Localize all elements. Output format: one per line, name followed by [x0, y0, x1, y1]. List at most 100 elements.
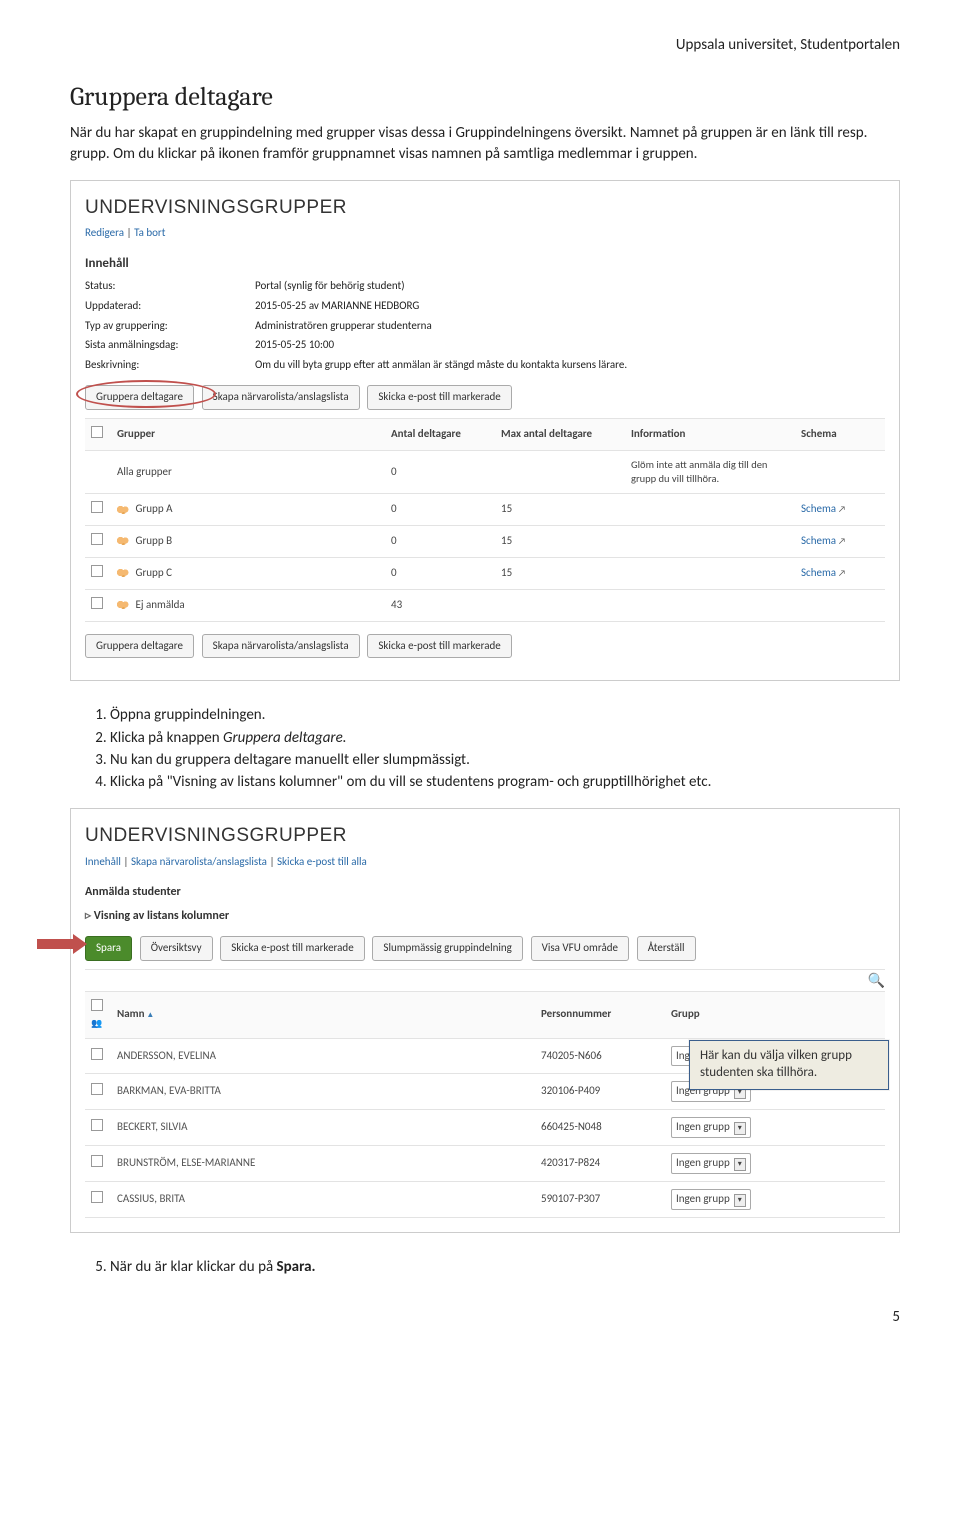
link-redigera[interactable]: Redigera	[85, 226, 124, 239]
info-cell: Glöm inte att anmäla dig till den grupp …	[625, 450, 795, 493]
meta-row: Status:Portal (synlig för behörig studen…	[85, 279, 885, 294]
row-checkbox[interactable]	[91, 501, 103, 513]
col-info: Information	[625, 418, 795, 450]
meta-label: Status:	[85, 279, 255, 294]
screenshot-1: UNDERVISNINGSGRUPPER Redigera | Ta bort …	[70, 180, 900, 682]
chevron-down-icon: ▾	[734, 1194, 746, 1207]
group-name[interactable]: Grupp C	[136, 566, 172, 579]
group-dropdown[interactable]: Ingen grupp▾	[671, 1153, 751, 1174]
group-name[interactable]: Grupp A	[136, 502, 173, 515]
btn-aterstall[interactable]: Återställ	[637, 936, 696, 961]
ss1-innehall-heading: Innehåll	[85, 255, 885, 273]
step-5: När du är klar klickar du på Spara.	[110, 1257, 900, 1277]
btn-skicka-epost-2[interactable]: Skicka e-post till markerade	[367, 634, 511, 659]
btn-spara[interactable]: Spara	[85, 936, 132, 961]
meta-value: Administratören grupperar studenterna	[255, 319, 885, 334]
btn-gruppera-deltagare-2[interactable]: Gruppera deltagare	[85, 634, 194, 659]
table-row: Grupp C015Schema	[85, 557, 885, 589]
ss2-anmalda-heading: Anmälda studenter	[85, 884, 885, 900]
group-icon[interactable]	[117, 536, 131, 546]
max-cell	[495, 450, 625, 493]
meta-value: 2015-05-25 10:00	[255, 338, 885, 353]
meta-label: Sista anmälningsdag:	[85, 338, 255, 353]
meta-row: Sista anmälningsdag:2015-05-25 10:00	[85, 338, 885, 353]
table-row: Alla grupper 0 Glöm inte att anmäla dig ti…	[85, 450, 885, 493]
link-innehall[interactable]: Innehåll	[85, 855, 121, 868]
ss2-title: UNDERVISNINGSGRUPPER	[85, 823, 885, 849]
row-checkbox[interactable]	[91, 533, 103, 545]
meta-value: Portal (synlig för behörig student)	[255, 279, 885, 294]
meta-row: Typ av gruppering:Administratören gruppe…	[85, 319, 885, 334]
meta-label: Beskrivning:	[85, 358, 255, 373]
max-cell: 15	[495, 494, 625, 526]
steps-list: Öppna gruppindelningen. Klicka på knappe…	[110, 705, 900, 792]
group-name[interactable]: Ej anmälda	[136, 598, 185, 611]
meta-label: Typ av gruppering:	[85, 319, 255, 334]
link-skicka-epost-alla[interactable]: Skicka e-post till alla	[277, 855, 367, 868]
people-icon: 👥	[91, 1018, 102, 1029]
info-cell	[625, 525, 795, 557]
ss1-title: UNDERVISNINGSGRUPPER	[85, 195, 885, 221]
btn-gruppera-deltagare[interactable]: Gruppera deltagare	[85, 385, 194, 410]
header-right: Uppsala universitet, Studentportalen	[70, 35, 900, 55]
group-dropdown[interactable]: Ingen grupp▾	[671, 1117, 751, 1138]
table-row: BECKERT, SILVIA660425-N048Ingen grupp▾	[85, 1110, 885, 1146]
chevron-down-icon: ▾	[734, 1122, 746, 1135]
meta-value: Om du vill byta grupp efter att anmälan …	[255, 358, 885, 373]
schema-link[interactable]: Schema	[801, 502, 846, 515]
student-name: ANDERSSON, EVELINA	[111, 1038, 535, 1074]
checkbox-all-2[interactable]	[91, 999, 103, 1011]
student-pnr: 590107-P307	[535, 1182, 665, 1218]
group-icon[interactable]	[117, 505, 131, 515]
col-grupp[interactable]: Grupp	[665, 991, 885, 1038]
btn-oversiktsvy[interactable]: Översiktsvy	[140, 936, 213, 961]
step-2: Klicka på knappen Gruppera deltagare.	[110, 728, 900, 748]
student-pnr: 320106-P409	[535, 1074, 665, 1110]
btn-skapa-narvarolista-2[interactable]: Skapa närvarolista/anslagslista	[202, 634, 360, 659]
intro-paragraph: När du har skapat en gruppindelning med …	[70, 123, 880, 164]
btn-skicka-epost[interactable]: Skicka e-post till markerade	[367, 385, 511, 410]
col-namn[interactable]: Namn	[111, 991, 535, 1038]
arrow-indicator	[37, 936, 87, 952]
schema-link[interactable]: Schema	[801, 534, 846, 547]
info-cell	[625, 589, 795, 621]
btn-visa-vfu[interactable]: Visa VFU område	[531, 936, 629, 961]
group-dropdown[interactable]: Ingen grupp▾	[671, 1189, 751, 1210]
table-row: Grupp A 015 Schema	[85, 494, 885, 526]
count-cell: 0	[385, 494, 495, 526]
group-name[interactable]: Grupp B	[136, 534, 173, 547]
meta-row: Beskrivning:Om du vill byta grupp efter …	[85, 358, 885, 373]
link-skapa-narvarolista[interactable]: Skapa närvarolista/anslagslista	[131, 855, 267, 868]
col-personnummer[interactable]: Personnummer	[535, 991, 665, 1038]
count-cell: 0	[385, 450, 495, 493]
link-tabort[interactable]: Ta bort	[134, 226, 165, 239]
row-checkbox[interactable]	[91, 1119, 103, 1131]
schema-link[interactable]: Schema	[801, 566, 846, 579]
max-cell	[495, 589, 625, 621]
callout-box: Här kan du välja vilken grupp studenten …	[689, 1040, 889, 1090]
ss2-visning-expander[interactable]: Visning av listans kolumner	[85, 908, 885, 924]
ss1-table: Grupper Antal deltagare Max antal deltag…	[85, 418, 885, 622]
meta-value: 2015-05-25 av MARIANNE HEDBORG	[255, 299, 885, 314]
info-cell	[625, 557, 795, 589]
ss2-linkrow: Innehåll | Skapa närvarolista/anslagslis…	[85, 855, 885, 870]
row-checkbox[interactable]	[91, 597, 103, 609]
col-max: Max antal deltagare	[495, 418, 625, 450]
group-name[interactable]: Alla grupper	[117, 465, 172, 478]
group-icon[interactable]	[117, 568, 131, 578]
table-row: Grupp B015Schema	[85, 525, 885, 557]
step-4: Klicka på "Visning av listans kolumner" …	[110, 772, 900, 792]
row-checkbox[interactable]	[91, 565, 103, 577]
checkbox-all[interactable]	[91, 426, 103, 438]
step-1: Öppna gruppindelningen.	[110, 705, 900, 725]
group-icon[interactable]	[117, 600, 131, 610]
row-checkbox[interactable]	[91, 1155, 103, 1167]
btn-skicka-markerade[interactable]: Skicka e-post till markerade	[220, 936, 364, 961]
row-checkbox[interactable]	[91, 1083, 103, 1095]
btn-skapa-narvarolista[interactable]: Skapa närvarolista/anslagslista	[202, 385, 360, 410]
btn-slumpmassig[interactable]: Slumpmässig gruppindelning	[372, 936, 522, 961]
row-checkbox[interactable]	[91, 1191, 103, 1203]
row-checkbox[interactable]	[91, 1048, 103, 1060]
meta-label: Uppdaterad:	[85, 299, 255, 314]
table-row: Ej anmälda43	[85, 589, 885, 621]
